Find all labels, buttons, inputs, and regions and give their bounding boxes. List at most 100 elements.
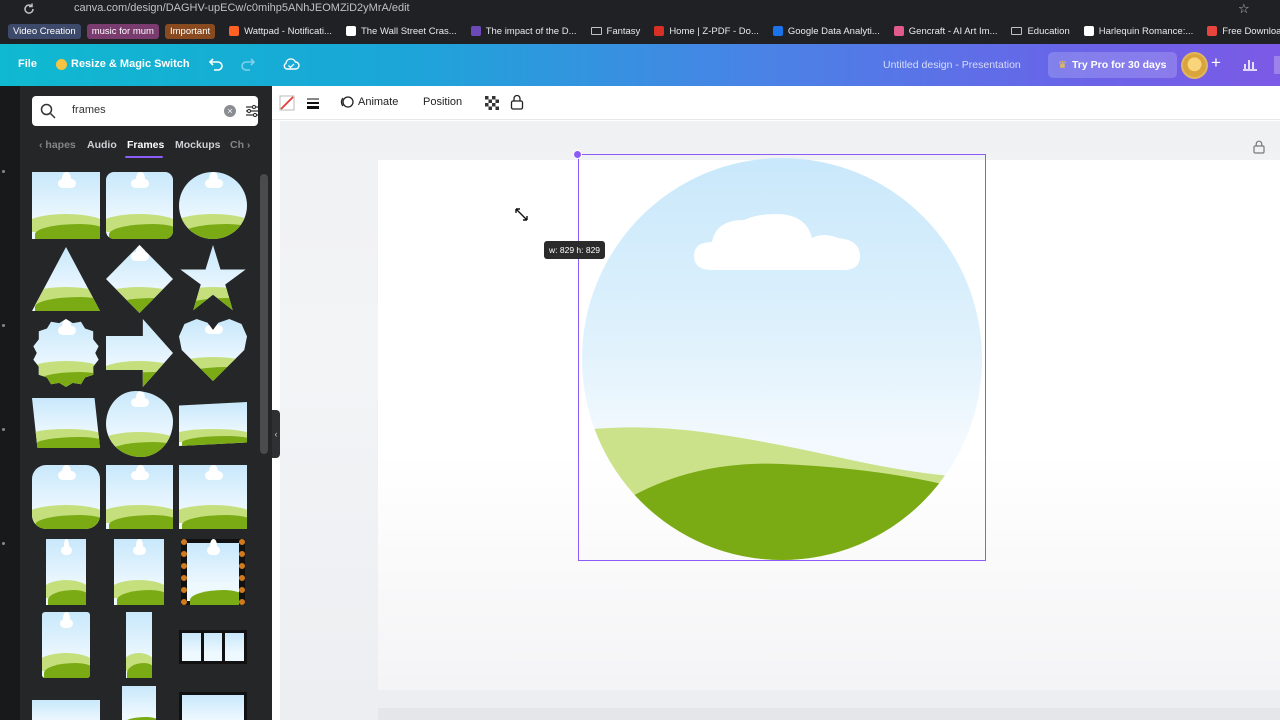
frame-cloud: [131, 465, 149, 481]
tab-shapes[interactable]: ‹ hapes: [39, 139, 76, 151]
frame-film-strip[interactable]: [181, 539, 245, 605]
tab-audio[interactable]: Audio: [87, 139, 117, 151]
bookmark-link[interactable]: The Wall Street Cras...: [345, 25, 457, 37]
bookmark-link[interactable]: Home | Z-PDF - Do...: [654, 26, 759, 37]
frame-cloud: [60, 612, 73, 628]
bookmark-link[interactable]: Gencraft - AI Art Im...: [893, 26, 997, 37]
animate-button[interactable]: Animate: [340, 95, 398, 109]
search-input[interactable]: [72, 104, 202, 116]
bookmark-folder-chip[interactable]: Important: [164, 23, 216, 39]
crown-icon: [56, 58, 67, 70]
frame-cloud: [204, 172, 223, 189]
header-overflow[interactable]: [1274, 56, 1280, 74]
tab-frames[interactable]: Frames: [127, 139, 164, 151]
resize-cursor-icon: [515, 208, 528, 221]
tab-charts[interactable]: Ch ›: [230, 139, 250, 151]
bookmark-link[interactable]: Wattpad - Notificati...: [229, 26, 332, 37]
position-button[interactable]: Position: [423, 96, 462, 108]
crown-icon: ♛: [1058, 59, 1067, 71]
redo-icon[interactable]: [240, 55, 258, 73]
frame-sky: [182, 633, 201, 661]
bookmark-link[interactable]: Harlequin Romance:...: [1083, 26, 1193, 37]
frame-sky: [225, 633, 244, 661]
frame-arrow[interactable]: [106, 319, 173, 387]
cloud-save-icon[interactable]: [282, 56, 300, 72]
frame-star[interactable]: [180, 245, 246, 311]
frame-square[interactable]: [32, 172, 100, 239]
file-menu-button[interactable]: File: [18, 58, 37, 70]
frame-rounded-square[interactable]: [106, 172, 173, 239]
bookmark-label: The Wall Street Cras...: [360, 25, 457, 37]
bookmark-label: Fantasy: [606, 25, 641, 37]
frame-cloud: [57, 465, 76, 481]
search-box[interactable]: ×: [32, 96, 258, 126]
clear-search-icon[interactable]: ×: [224, 105, 236, 117]
frame-monitor[interactable]: [179, 692, 247, 720]
frame-portrait[interactable]: [114, 539, 164, 605]
bookmark-folder-chip[interactable]: music for mum: [86, 23, 159, 39]
frame-stacked-pair[interactable]: [126, 612, 152, 678]
frame-triangle[interactable]: [32, 247, 100, 311]
page-lock-icon[interactable]: [1253, 140, 1265, 154]
frame-badge[interactable]: [33, 319, 99, 387]
line-weight-icon[interactable]: [306, 96, 320, 110]
collapse-panel-button[interactable]: ‹: [272, 410, 280, 458]
frame-torn-edge[interactable]: [106, 465, 173, 529]
frame-tall-strip[interactable]: [46, 539, 86, 605]
frame-skewed-rectangle[interactable]: [179, 402, 247, 446]
transparency-icon[interactable]: [485, 96, 499, 110]
frame-hill: [189, 590, 239, 605]
panel-scrollbar[interactable]: [260, 174, 268, 454]
frame-folded-paper[interactable]: [179, 465, 247, 529]
design-title[interactable]: Untitled design - Presentation: [883, 59, 1021, 71]
bookmark-link[interactable]: Free Download Books: [1207, 26, 1280, 37]
stats-icon[interactable]: [1242, 57, 1258, 71]
frame-hill: [182, 436, 247, 446]
bookmark-link[interactable]: Google Data Analyti...: [772, 26, 880, 37]
animate-icon: [340, 96, 354, 108]
active-tab-indicator: [125, 156, 163, 158]
frame-small-portrait[interactable]: [122, 686, 156, 720]
bookmark-folder[interactable]: Education: [1011, 26, 1070, 37]
frame-hill: [182, 367, 247, 381]
frame-cloud: [206, 539, 221, 555]
context-toolbar: Animate Position: [272, 86, 1280, 120]
no-fill-icon[interactable]: [279, 95, 295, 111]
avatar[interactable]: [1181, 52, 1208, 79]
frame-cloud: [133, 539, 146, 555]
undo-icon[interactable]: [206, 55, 224, 73]
bookmark-link[interactable]: The impact of the D...: [470, 26, 577, 37]
folder-icon: [590, 27, 602, 35]
frame-scalloped[interactable]: [106, 391, 173, 457]
circle-frame-element[interactable]: [582, 158, 982, 560]
frame-sky: [106, 319, 173, 387]
frame-cloud: [57, 319, 76, 336]
editor-header: File Resize & Magic Switch Untitled desi…: [0, 44, 1280, 86]
tab-mockups[interactable]: Mockups: [175, 139, 221, 151]
bookmark-folder-chip[interactable]: Video Creation: [8, 23, 81, 39]
frame-diamond[interactable]: [106, 245, 173, 313]
try-pro-button[interactable]: ♛ Try Pro for 30 days: [1048, 52, 1177, 78]
animate-label: Animate: [358, 96, 399, 108]
frame-cloud: [61, 539, 72, 555]
frame-heart[interactable]: [179, 319, 247, 381]
rail-marker: [2, 324, 5, 327]
frame-triptych[interactable]: [179, 630, 247, 664]
reload-icon[interactable]: [22, 2, 36, 16]
favicon-icon: [772, 26, 783, 36]
frame-hill: [109, 298, 173, 313]
frame-grid[interactable]: [32, 700, 100, 720]
frame-soft-square[interactable]: [32, 465, 100, 529]
add-collaborator-button[interactable]: +: [1211, 53, 1221, 73]
frame-phone-portrait[interactable]: [42, 612, 90, 678]
bookmark-folder[interactable]: Fantasy: [590, 25, 641, 37]
resize-handle[interactable]: [573, 150, 582, 159]
star-icon[interactable]: ☆: [1238, 1, 1250, 17]
frame-parallelogram[interactable]: [32, 398, 100, 448]
frame-circle[interactable]: [179, 172, 247, 239]
lock-icon[interactable]: [510, 94, 524, 110]
resize-magic-switch-button[interactable]: Resize & Magic Switch: [56, 58, 190, 70]
filter-icon[interactable]: [245, 104, 259, 118]
frame-cloud: [57, 172, 76, 189]
url-text[interactable]: canva.com/design/DAGHV-upECw/c0mihp5ANhJ…: [74, 2, 410, 14]
